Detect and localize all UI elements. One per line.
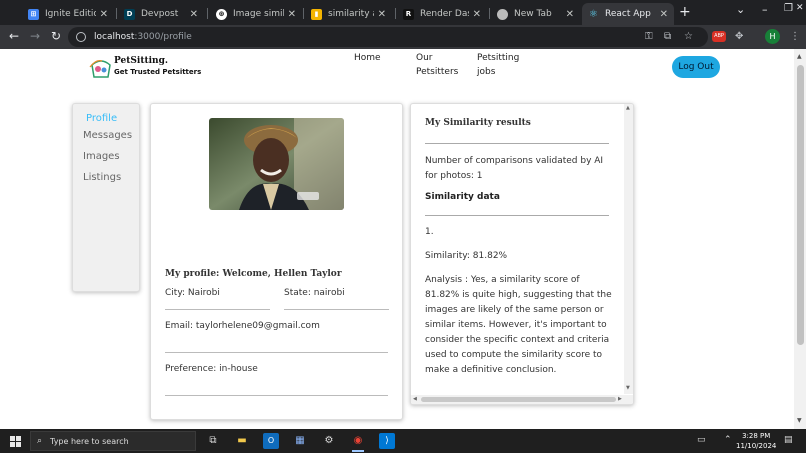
devpost-icon: D xyxy=(124,8,135,20)
similarity-results-title: My Similarity results xyxy=(425,118,531,128)
page-viewport: PetSitting. Get Trusted Petsitters Home … xyxy=(0,49,794,429)
nav-our-petsitters-link[interactable]: Our Petsitters xyxy=(416,51,458,79)
browser-menu-icon[interactable]: ⋮ xyxy=(790,31,800,42)
outlook-icon[interactable]: O xyxy=(263,433,279,449)
close-window-button[interactable]: ✕ xyxy=(796,3,804,13)
openai-icon: ⊛ xyxy=(216,8,227,20)
scrollbar-thumb[interactable] xyxy=(797,65,804,345)
scroll-right-arrow-icon[interactable]: ▶ xyxy=(618,396,622,402)
adblock-extension-icon[interactable]: ABP xyxy=(712,31,726,42)
sidebar-item-listings[interactable]: Listings xyxy=(83,172,121,183)
tray-window-icon[interactable]: ▭ xyxy=(697,435,706,445)
nav-petsitting-jobs-link[interactable]: Petsitting jobs xyxy=(477,51,519,79)
profile-photo xyxy=(209,118,344,210)
similarity-data-heading: Similarity data xyxy=(425,192,500,202)
react-icon: ⚛ xyxy=(589,8,598,20)
extensions-puzzle-icon[interactable]: ✥ xyxy=(735,31,743,42)
close-tab-icon[interactable]: ✕ xyxy=(473,9,481,20)
logout-button[interactable]: Log Out xyxy=(672,56,720,78)
similarity-score: Similarity: 81.82% xyxy=(425,251,508,261)
profile-welcome-heading: My profile: Welcome, Hellen Taylor xyxy=(165,269,342,279)
file-explorer-icon[interactable]: ▬ xyxy=(234,433,250,449)
browser-tab-ignite[interactable]: ⊞ Ignite Edition Cl ✕ xyxy=(22,3,114,25)
browser-tab-react-app[interactable]: ⚛ React App ✕ xyxy=(582,3,674,25)
close-tab-icon[interactable]: ✕ xyxy=(190,9,198,20)
profile-sidebar: Profile Messages Images Listings xyxy=(72,103,140,292)
browser-tab-image-similarity[interactable]: ⊛ Image similarity ✕ xyxy=(210,3,302,25)
divider xyxy=(165,352,388,353)
sidebar-item-profile[interactable]: Profile xyxy=(86,113,117,124)
tray-chevron-up-icon[interactable]: ⌃ xyxy=(724,435,732,445)
microsoft-store-icon[interactable]: ▦ xyxy=(292,433,308,449)
divider xyxy=(284,309,389,310)
divider xyxy=(165,309,270,310)
install-app-icon[interactable]: ⧉ xyxy=(664,31,671,42)
scroll-up-arrow-icon[interactable]: ▲ xyxy=(626,105,630,111)
site-info-icon[interactable] xyxy=(76,32,86,42)
minimize-button[interactable]: – xyxy=(762,3,768,16)
taskbar-search-box[interactable]: ⌕ Type here to search xyxy=(30,431,196,451)
task-view-icon[interactable]: ⧉ xyxy=(205,433,221,449)
settings-gear-icon[interactable]: ⚙ xyxy=(321,433,337,449)
profile-preference: Preference: in-house xyxy=(165,364,258,374)
forward-arrow-icon[interactable]: → xyxy=(30,29,40,43)
close-tab-icon[interactable]: ✕ xyxy=(566,9,574,20)
render-icon: R xyxy=(403,8,414,20)
windows-start-icon[interactable] xyxy=(10,436,21,447)
windows-grid-icon: ⊞ xyxy=(28,8,39,20)
browser-tab-render[interactable]: R Render Dashbo ✕ xyxy=(397,3,487,25)
divider xyxy=(425,215,609,216)
profile-state: State: nairobi xyxy=(284,288,345,298)
close-tab-icon[interactable]: ✕ xyxy=(100,9,108,20)
nav-home-link[interactable]: Home xyxy=(354,51,381,65)
sidebar-item-messages[interactable]: Messages xyxy=(83,130,132,141)
windows-taskbar: ⌕ Type here to search ⧉ ▬ O ▦ ⚙ ◉ ⟩ ▭ ⌃ … xyxy=(0,429,806,453)
bookmark-star-icon[interactable]: ☆ xyxy=(684,31,693,42)
similarity-results-card[interactable]: My Similarity results Number of comparis… xyxy=(410,103,634,405)
results-vertical-scrollbar[interactable]: ▲ ▼ xyxy=(624,104,633,394)
browser-tab-devpost[interactable]: D Devpost ✕ xyxy=(118,3,204,25)
petsitting-logo-icon xyxy=(89,60,111,78)
results-horizontal-scrollbar[interactable]: ◀ ▶ xyxy=(411,395,633,404)
divider xyxy=(165,395,388,396)
browser-tab-new-tab[interactable]: New Tab ✕ xyxy=(491,3,580,25)
profile-email: Email: taylorhelene09@gmail.com xyxy=(165,321,320,331)
taskbar-clock[interactable]: 3:28 PM 11/10/2024 xyxy=(736,431,776,451)
chart-icon: ▮ xyxy=(311,8,322,20)
browser-toolbar: ← → ↻ localhost:3000/profile ⚿ ⧉ ☆ ABP ✥… xyxy=(0,25,806,49)
profile-city: City: Nairobi xyxy=(165,288,220,298)
browser-tab-strip: ⊞ Ignite Edition Cl ✕ D Devpost ✕ ⊛ Imag… xyxy=(0,0,806,25)
vscode-icon[interactable]: ⟩ xyxy=(379,433,395,449)
restore-button[interactable]: ❐ xyxy=(784,3,793,14)
chrome-icon xyxy=(497,8,508,20)
address-bar[interactable]: localhost:3000/profile xyxy=(68,27,708,47)
brand-tagline: Get Trusted Petsitters xyxy=(114,68,202,76)
scroll-down-arrow-icon[interactable]: ▼ xyxy=(626,385,630,391)
scroll-left-arrow-icon[interactable]: ◀ xyxy=(413,396,417,402)
reload-icon[interactable]: ↻ xyxy=(51,29,61,43)
scroll-down-arrow-icon[interactable]: ▼ xyxy=(797,417,802,424)
tab-search-icon[interactable]: ⌄ xyxy=(736,3,745,16)
brand-name[interactable]: PetSitting. xyxy=(114,56,168,66)
back-arrow-icon[interactable]: ← xyxy=(9,29,19,43)
page-vertical-scrollbar[interactable]: ▲ ▼ xyxy=(794,49,806,429)
notification-icon[interactable]: ▤ xyxy=(784,435,793,445)
password-key-icon[interactable]: ⚿ xyxy=(645,31,653,42)
divider xyxy=(425,143,609,144)
profile-avatar[interactable]: H xyxy=(765,29,780,44)
similarity-analysis: Analysis : Yes, a similarity score of 81… xyxy=(425,275,612,375)
close-tab-icon[interactable]: ✕ xyxy=(288,9,296,20)
comparisons-count: Number of comparisons validated by AI fo… xyxy=(425,156,604,181)
scrollbar-thumb[interactable] xyxy=(421,397,616,402)
close-tab-icon[interactable]: ✕ xyxy=(378,9,386,20)
search-icon: ⌕ xyxy=(37,436,43,446)
close-tab-icon[interactable]: ✕ xyxy=(660,9,668,20)
new-tab-button[interactable]: + xyxy=(679,4,691,20)
browser-tab-similarity-analysis[interactable]: ▮ similarity analys ✕ xyxy=(305,3,392,25)
profile-card: My profile: Welcome, Hellen Taylor City:… xyxy=(150,103,403,420)
chrome-taskbar-icon[interactable]: ◉ xyxy=(350,433,366,452)
result-index: 1. xyxy=(425,227,434,237)
scroll-up-arrow-icon[interactable]: ▲ xyxy=(797,53,802,60)
sidebar-item-images[interactable]: Images xyxy=(83,151,120,162)
